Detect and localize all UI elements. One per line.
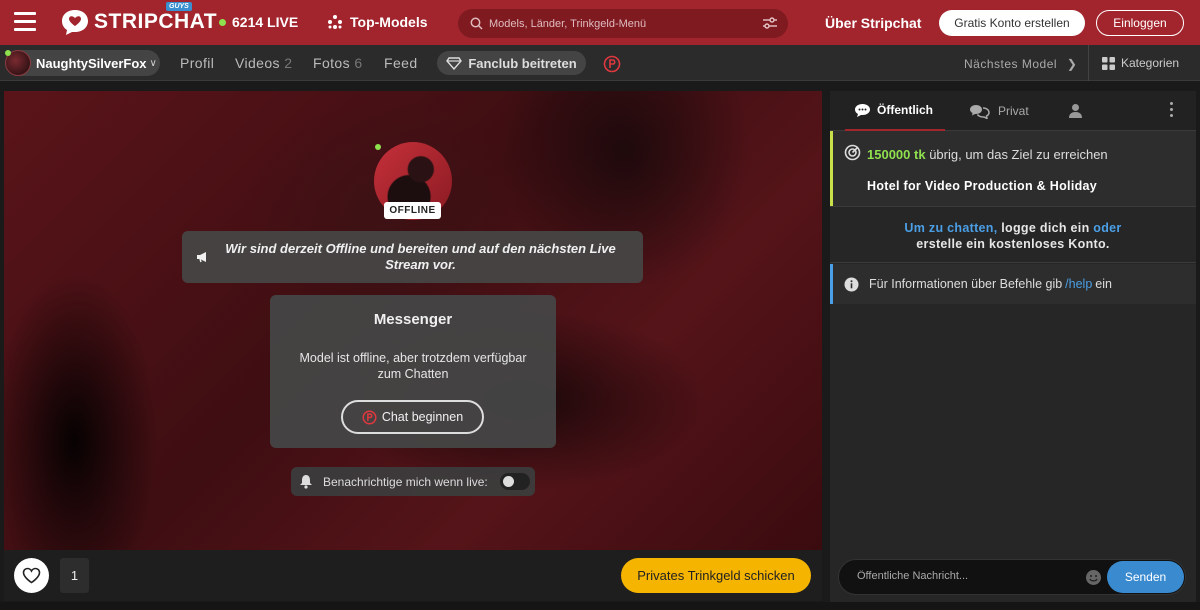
chat-message-input[interactable] <box>857 570 1077 582</box>
send-button[interactable]: Senden <box>1107 561 1184 593</box>
live-count[interactable]: 6214 LIVE <box>219 14 298 30</box>
login-text: logge dich ein <box>1001 221 1090 235</box>
live-count-label: 6214 LIVE <box>232 14 299 30</box>
megaphone-icon <box>197 252 206 263</box>
tab-photos-count: 6 <box>354 55 363 71</box>
diamond-icon <box>446 56 463 70</box>
like-count: 1 <box>60 558 89 593</box>
goal-remaining-text: übrig, um das Ziel zu erreichen <box>929 147 1108 162</box>
model-user-menu[interactable]: NaughtySilverFox ∨ <box>5 50 160 76</box>
filter-icon[interactable] <box>762 16 778 30</box>
brand-name: STRIPCHAT <box>94 10 218 33</box>
messenger-card: Messenger Model ist offline, aber trotzd… <box>270 295 556 448</box>
help-notice: Für Informationen über Befehle gib /help… <box>830 264 1196 304</box>
top-bar: STRIPCHAT GUYS 6214 LIVE Top-Models Über… <box>0 0 1200 45</box>
notify-when-live: Benachrichtige mich wenn live: <box>291 467 535 496</box>
emoji-icon[interactable] <box>1085 569 1102 586</box>
login-prompt-line1: Um zu chatten, logge dich ein oder <box>830 220 1196 236</box>
tab-photos-label: Fotos <box>313 55 351 71</box>
logo[interactable]: STRIPCHAT GUYS <box>60 2 218 36</box>
avatar <box>5 50 31 76</box>
top-models-icon <box>328 15 342 29</box>
next-model-link[interactable]: Nächstes Model ❯ <box>964 57 1077 71</box>
login-prompt: Um zu chatten, logge dich ein oder erste… <box>830 206 1196 263</box>
offline-message: Wir sind derzeit Offline und bereiten un… <box>225 241 616 272</box>
top-models-label: Top-Models <box>350 14 428 30</box>
chevron-down-icon: ∨ <box>149 57 157 69</box>
fanclub-button[interactable]: Fanclub beitreten <box>437 51 586 75</box>
about-link[interactable]: Über Stripchat <box>825 15 921 31</box>
tab-videos-count: 2 <box>284 55 293 71</box>
start-chat-button[interactable]: Chat beginnen <box>341 400 484 434</box>
messenger-description: Model ist offline, aber trotzdem verfügb… <box>299 351 527 381</box>
categories-label: Kategorien <box>1121 56 1180 70</box>
goal-banner: 150000 tk übrig, um das Ziel zu erreiche… <box>830 131 1196 206</box>
live-dot-icon <box>219 18 226 26</box>
private-tip-button[interactable]: Privates Trinkgeld schicken <box>621 558 811 593</box>
offline-notice: Wir sind derzeit Offline und bereiten un… <box>182 231 643 283</box>
chat-bubbles-icon <box>970 104 990 119</box>
help-command-link[interactable]: /help <box>1065 277 1092 291</box>
categories-button[interactable]: Kategorien <box>1088 45 1200 81</box>
like-button[interactable] <box>14 558 49 593</box>
logo-icon <box>62 10 88 35</box>
tab-photos[interactable]: Fotos 6 <box>313 55 363 71</box>
page-footer-strip <box>0 602 1200 610</box>
tab-profile[interactable]: Profil <box>180 55 214 71</box>
signup-button[interactable]: Gratis Konto erstellen <box>939 10 1085 36</box>
chat-composer: Senden <box>838 559 1186 595</box>
tab-private-label: Privat <box>998 104 1029 118</box>
goal-amount: 150000 tk <box>867 147 926 162</box>
player-controls: 1 Privates Trinkgeld schicken <box>4 550 822 601</box>
login-link[interactable]: Um zu chatten, <box>904 221 997 235</box>
tab-feed[interactable]: Feed <box>384 55 418 71</box>
user-icon[interactable] <box>1068 103 1083 119</box>
private-message-icon <box>362 410 377 424</box>
online-dot-icon <box>5 50 11 56</box>
tab-public-label: Öffentlich <box>877 103 933 117</box>
grid-icon <box>1102 56 1115 70</box>
login-button[interactable]: Einloggen <box>1096 10 1184 36</box>
status-badge: OFFLINE <box>384 202 441 219</box>
search-icon <box>470 17 483 30</box>
brand-tag: GUYS <box>166 2 192 11</box>
start-chat-label: Chat beginnen <box>381 410 464 424</box>
search-bar <box>458 9 788 38</box>
goal-title: Hotel for Video Production & Holiday <box>867 179 1098 193</box>
toggle-knob <box>503 476 514 487</box>
bell-icon <box>300 475 312 489</box>
chat-panel: Öffentlich Privat 150000 tk übrig, um da… <box>830 91 1196 602</box>
tab-public-chat[interactable]: Öffentlich <box>845 91 945 131</box>
tab-videos-label: Videos <box>235 55 280 71</box>
notify-label: Benachrichtige mich wenn live: <box>323 474 488 489</box>
info-icon <box>844 277 859 291</box>
notify-toggle[interactable] <box>500 473 530 490</box>
chat-bubble-icon <box>855 103 870 117</box>
more-options-icon[interactable] <box>1170 102 1174 117</box>
chat-tabs: Öffentlich Privat <box>830 91 1196 131</box>
model-username: NaughtySilverFox <box>36 55 147 71</box>
goal-target-icon <box>844 144 861 161</box>
login-prompt-line2: erstelle ein kostenloses Konto. <box>916 237 1110 251</box>
top-models-link[interactable]: Top-Models <box>327 14 428 30</box>
online-dot-icon <box>375 144 381 150</box>
messenger-title: Messenger <box>373 311 453 328</box>
private-message-icon[interactable] <box>603 55 621 73</box>
help-suffix: ein <box>1095 277 1112 291</box>
help-prefix: Für Informationen über Befehle gib <box>869 277 1063 291</box>
tab-videos[interactable]: Videos 2 <box>235 55 292 71</box>
chevron-right-icon: ❯ <box>1066 57 1078 71</box>
goal-progress-text: 150000 tk übrig, um das Ziel zu erreiche… <box>867 147 1108 162</box>
heart-icon <box>22 567 41 584</box>
signup-link[interactable]: oder <box>1093 221 1121 235</box>
fanclub-label: Fanclub beitreten <box>468 55 577 71</box>
model-nav-bar: NaughtySilverFox ∨ Profil Videos 2 Fotos… <box>0 45 1200 81</box>
next-model-label: Nächstes Model <box>964 57 1058 71</box>
video-player: OFFLINE Wir sind derzeit Offline und ber… <box>4 91 822 550</box>
menu-icon[interactable] <box>14 12 36 32</box>
search-input[interactable] <box>489 17 759 30</box>
tab-private-chat[interactable]: Privat <box>969 91 1029 131</box>
